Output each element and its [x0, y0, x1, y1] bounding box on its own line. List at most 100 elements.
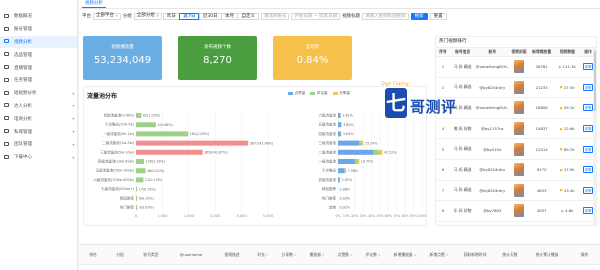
detail-button[interactable]: 详情	[582, 63, 594, 71]
bar[interactable]	[136, 195, 138, 201]
account-handle[interactable]: @by8204ntry	[476, 85, 510, 90]
column-header[interactable]: @username	[169, 252, 213, 257]
table-row[interactable]: 7马 妈 精选 @by8204ntry 4833 ▶ 13.4k 详情	[436, 181, 596, 202]
video-thumbnail[interactable]	[513, 163, 524, 177]
search-button[interactable]: 搜索	[410, 12, 428, 20]
sort-icon[interactable]: ⇅	[350, 253, 353, 257]
column-header[interactable]: 评论数 ⇅	[359, 252, 387, 258]
sidebar-item-6[interactable]: 短视频分析 ▾	[0, 87, 77, 100]
table-row[interactable]: 1马 妈 精选 @homeliving816... 26781 ▶ 111.3k 详情	[436, 57, 596, 78]
video-thumbnail[interactable]	[513, 122, 524, 136]
video-thumbnail[interactable]	[513, 183, 524, 197]
bar[interactable]	[136, 159, 145, 164]
tab-video-analysis[interactable]: 视频分析	[82, 1, 106, 8]
video-thumbnail[interactable]	[513, 80, 524, 94]
column-header[interactable]: 获取新增时间	[455, 252, 495, 258]
sort-icon[interactable]: ⇅	[446, 253, 449, 257]
account-handle[interactable]: @homeliving816...	[476, 105, 510, 110]
account-handle[interactable]: @by8204ntry	[476, 167, 510, 172]
detail-button[interactable]: 详情	[582, 166, 594, 174]
stacked-bar[interactable]	[338, 140, 360, 146]
sort-icon[interactable]: ⇅	[378, 253, 381, 257]
account-handle[interactable]: @by1157us	[476, 126, 510, 131]
table-row[interactable]: 8乐 妈 好物 @by7803 4037 ▶ 4.6k 详情	[436, 201, 596, 222]
account-handle[interactable]: @by0104	[476, 147, 510, 152]
account-handle[interactable]: @by7803	[476, 208, 510, 213]
table-row[interactable]: 2马 妈 精选 @by8204ntry 21233 ▶ 27.5k 详情	[436, 78, 596, 99]
scrollbar-thumb[interactable]	[593, 51, 596, 111]
sort-icon[interactable]: ⇅	[414, 253, 417, 257]
stacked-bar[interactable]	[338, 159, 355, 164]
scrollbar[interactable]	[593, 47, 596, 225]
bar[interactable]	[136, 168, 146, 174]
sidebar-item-0[interactable]: 数据概况	[0, 10, 77, 23]
table-row[interactable]: 5马 妈 精选 @by0104 12514 ▶ 89.7k 详情	[436, 139, 596, 160]
stacked-bar[interactable]	[338, 177, 340, 183]
stacked-bar[interactable]	[338, 113, 341, 118]
video-thumbnail[interactable]	[513, 101, 524, 115]
stacked-bar[interactable]	[340, 131, 342, 137]
sidebar-item-2[interactable]: 视频分析	[0, 35, 77, 49]
video-thumbnail[interactable]	[513, 60, 524, 74]
column-header[interactable]: 统计天数	[495, 252, 525, 258]
stacked-bar[interactable]	[354, 159, 358, 164]
account-select[interactable]: 请选择账号	[260, 12, 290, 20]
bar[interactable]	[136, 186, 138, 192]
table-row[interactable]: 4美 妈 好物 @by1157us 14837 ▶ 12.6k 详情	[436, 119, 596, 140]
stacked-bar[interactable]	[338, 131, 341, 137]
stacked-bar[interactable]	[359, 140, 362, 146]
column-header[interactable]: 账号类型	[133, 252, 169, 258]
account-handle[interactable]: @homeliving816...	[476, 64, 510, 69]
date-segment-4[interactable]: 自定义	[237, 12, 259, 20]
video-thumbnail[interactable]	[513, 142, 524, 156]
stacked-bar[interactable]	[338, 122, 342, 128]
sort-icon[interactable]: ⇅	[322, 253, 325, 257]
bar[interactable]	[136, 131, 189, 137]
sidebar-item-7[interactable]: 达人分析 ▾	[0, 100, 77, 113]
table-row[interactable]: 3马 妈 精选 @homeliving816... 16806 ▶ 29.1k 详情	[436, 98, 596, 119]
detail-button[interactable]: 详情	[582, 207, 594, 215]
detail-button[interactable]: 详情	[582, 125, 594, 133]
column-header[interactable]: 新增点赞 ⇅	[423, 252, 455, 258]
stacked-bar[interactable]	[344, 168, 346, 174]
date-segment-1[interactable]: 近7日	[179, 12, 200, 20]
bar[interactable]	[136, 113, 142, 118]
column-header[interactable]: 分组	[107, 252, 133, 258]
column-header[interactable]: 视频描述	[213, 252, 251, 258]
column-header[interactable]: 分享数 ⇅	[275, 252, 303, 258]
date-segment-2[interactable]: 近30日	[198, 12, 222, 20]
date-segment-3[interactable]: 本月	[221, 12, 239, 20]
account-handle[interactable]: @by8204ntry	[476, 188, 510, 193]
table-row[interactable]: 6马 妈 精选 @by8204ntry 9170 ▶ 17.9k 详情	[436, 160, 596, 181]
sort-icon[interactable]: ⇅	[294, 253, 297, 257]
sidebar-item-1[interactable]: 账号管理	[0, 23, 77, 36]
date-segment-0[interactable]: 昨日	[162, 12, 180, 20]
reset-button[interactable]: 重置	[429, 12, 447, 20]
keyword-input[interactable]: 请输入视频标题搜索	[362, 12, 409, 20]
detail-button[interactable]: 详情	[582, 186, 594, 194]
column-header[interactable]: 统计累计播放	[525, 252, 569, 258]
stacked-bar[interactable]	[373, 149, 379, 155]
column-header[interactable]: 时长 ⇅	[251, 252, 275, 258]
column-header[interactable]: 点赞数 ⇅	[331, 252, 359, 258]
bar[interactable]	[136, 205, 138, 210]
sidebar-item-3[interactable]: 选品管理	[0, 48, 77, 61]
stacked-bar[interactable]	[345, 168, 347, 174]
stacked-bar[interactable]	[357, 159, 360, 164]
platform-select[interactable]: 全部平台 ▾	[93, 12, 121, 20]
sidebar-item-9[interactable]: 私域管理 ▾	[0, 125, 77, 138]
stacked-bar[interactable]	[361, 140, 364, 146]
sort-icon[interactable]: ⇅	[266, 253, 269, 257]
bar[interactable]	[136, 140, 249, 146]
date-range-input[interactable]: 开始日期 ~ 结束日期	[291, 12, 341, 20]
bar[interactable]	[136, 122, 157, 128]
detail-button[interactable]: 详情	[582, 145, 594, 153]
detail-button[interactable]: 详情	[582, 83, 594, 91]
column-header[interactable]: 新增播放量 ⇅	[387, 252, 423, 258]
column-header[interactable]: 播放量 ⇅	[303, 252, 331, 258]
group-select[interactable]: 全部分组 ▾	[133, 12, 162, 20]
stacked-bar[interactable]	[378, 149, 383, 155]
sidebar-item-5[interactable]: 任务管理	[0, 74, 77, 87]
bar[interactable]	[136, 149, 203, 155]
video-thumbnail[interactable]	[513, 204, 524, 218]
